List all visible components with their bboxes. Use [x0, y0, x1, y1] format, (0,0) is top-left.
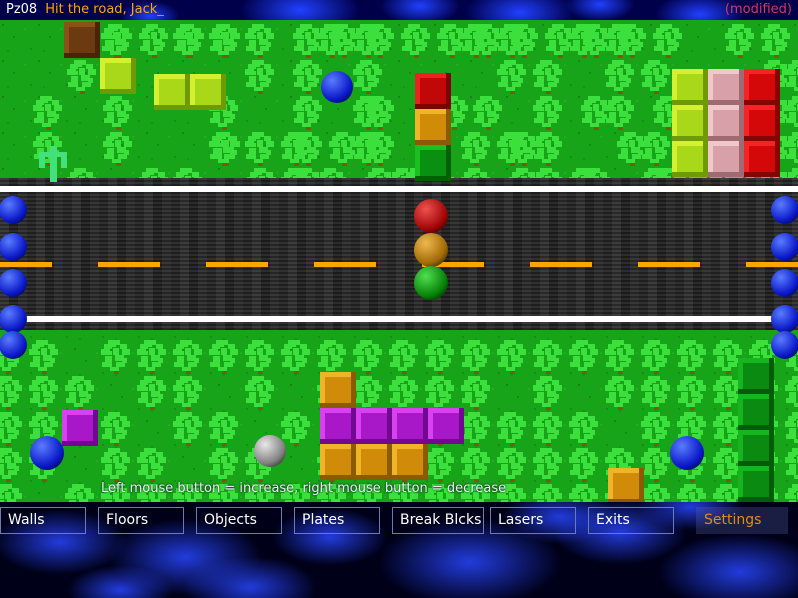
purple-block[interactable]	[392, 408, 428, 444]
blue-ball[interactable]	[670, 436, 704, 470]
darkgreen-block[interactable]	[738, 466, 774, 502]
level-editor-window: Pz08 Hit the road, Jack_ (modified) Left …	[0, 0, 798, 598]
yellowgreen-block[interactable]	[672, 141, 708, 177]
editor-panel: Walls Floors Objects Plates Break Blcks Laser…	[0, 502, 798, 598]
cactus-sprite[interactable]	[36, 146, 70, 182]
brown-block[interactable]	[64, 22, 100, 58]
red-block[interactable]	[415, 73, 451, 109]
tab-lasers[interactable]: Lasers	[490, 507, 576, 534]
blue-ball-left[interactable]	[0, 331, 27, 359]
purple-block[interactable]	[62, 410, 98, 446]
mouse-hint-text: Left mouse button = increase, right mous…	[101, 481, 507, 496]
blue-ball-left[interactable]	[0, 305, 27, 333]
tab-exits[interactable]: Exits	[588, 507, 674, 534]
level-canvas[interactable]: Left mouse button = increase, right mous…	[0, 20, 798, 502]
tab-floors[interactable]: Floors	[98, 507, 184, 534]
pink-block[interactable]	[708, 69, 744, 105]
yellowgreen-block[interactable]	[100, 58, 136, 94]
darkgreen-block[interactable]	[738, 430, 774, 466]
orange-block[interactable]	[392, 444, 428, 480]
tab-plates[interactable]: Plates	[294, 507, 380, 534]
blue-ball-left[interactable]	[0, 269, 27, 297]
red-block[interactable]	[744, 105, 780, 141]
blue-ball-right[interactable]	[771, 196, 798, 224]
tab-break-blcks[interactable]: Break Blcks	[392, 507, 484, 534]
white-ball[interactable]	[254, 435, 286, 467]
tab-settings[interactable]: Settings	[696, 507, 788, 534]
modified-indicator: (modified)	[724, 2, 792, 17]
pink-block[interactable]	[708, 105, 744, 141]
yellowgreen-block[interactable]	[672, 69, 708, 105]
orange-block[interactable]	[320, 444, 356, 480]
blue-ball[interactable]	[321, 71, 353, 103]
traffic-light-red[interactable]	[414, 199, 448, 233]
purple-block[interactable]	[356, 408, 392, 444]
text-cursor: _	[157, 2, 164, 17]
blue-ball-right[interactable]	[771, 269, 798, 297]
blue-ball-right[interactable]	[771, 305, 798, 333]
darkgreen-block[interactable]	[738, 358, 774, 394]
level-name: Hit the road, Jack	[45, 2, 158, 17]
blue-ball-right[interactable]	[771, 331, 798, 359]
blue-ball-left[interactable]	[0, 196, 27, 224]
orange-block[interactable]	[608, 468, 644, 502]
level-id: Pz08	[6, 2, 38, 17]
tab-walls[interactable]: Walls	[0, 507, 86, 534]
tab-objects[interactable]: Objects	[196, 507, 282, 534]
yellowgreen-block[interactable]	[190, 74, 226, 110]
blue-ball[interactable]	[30, 436, 64, 470]
blue-ball-left[interactable]	[0, 233, 27, 261]
level-title: Pz08 Hit the road, Jack_	[6, 2, 164, 18]
green-block[interactable]	[415, 145, 451, 181]
pink-block[interactable]	[708, 141, 744, 177]
purple-block[interactable]	[320, 408, 356, 444]
traffic-light-orange[interactable]	[414, 233, 448, 267]
red-block[interactable]	[744, 141, 780, 177]
yellowgreen-block[interactable]	[154, 74, 190, 110]
yellowgreen-block[interactable]	[672, 105, 708, 141]
object-layer[interactable]	[0, 20, 798, 502]
blue-ball-right[interactable]	[771, 233, 798, 261]
orange-block[interactable]	[320, 372, 356, 408]
red-block[interactable]	[744, 69, 780, 105]
traffic-light-green[interactable]	[414, 266, 448, 300]
orange-block[interactable]	[356, 444, 392, 480]
darkgreen-block[interactable]	[738, 394, 774, 430]
purple-block[interactable]	[428, 408, 464, 444]
orange-block[interactable]	[415, 109, 451, 145]
title-bar: Pz08 Hit the road, Jack_ (modified)	[0, 0, 798, 20]
